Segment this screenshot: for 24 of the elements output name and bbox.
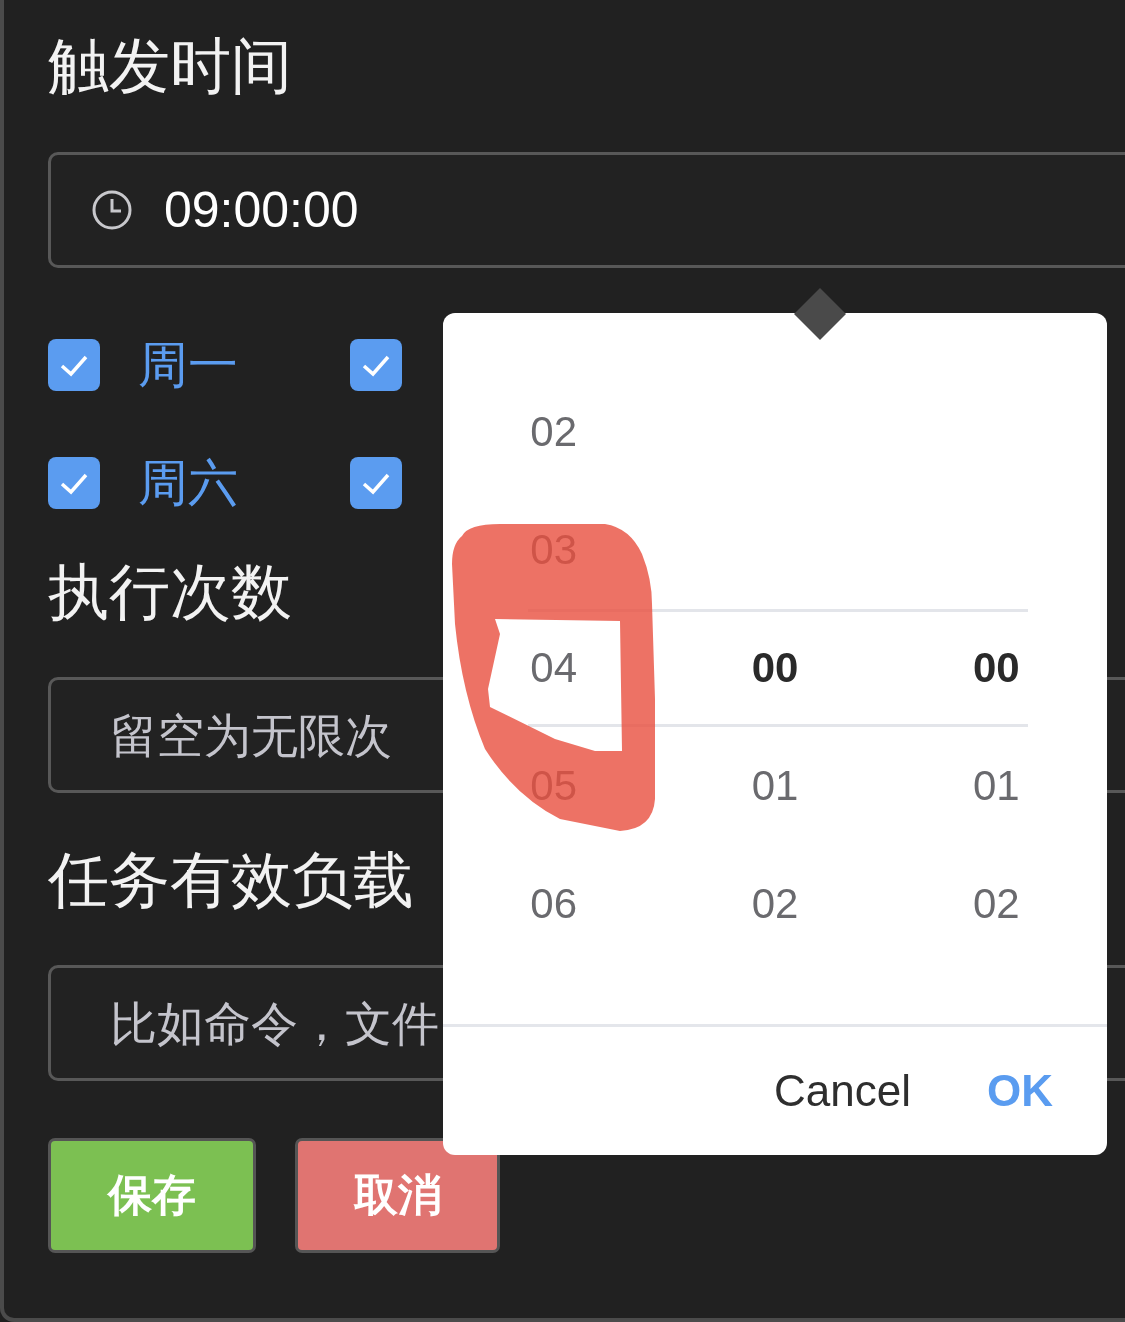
picker-ok-button[interactable]: OK bbox=[987, 1066, 1053, 1116]
picker-option[interactable]: 01 bbox=[972, 762, 1020, 810]
section-title: 执行次数 bbox=[48, 557, 292, 627]
section-title: 任务有效负载 bbox=[48, 845, 414, 915]
checkbox[interactable] bbox=[350, 457, 402, 509]
picker-cancel-button[interactable]: Cancel bbox=[774, 1066, 911, 1116]
weekday-label[interactable]: 周六 bbox=[138, 455, 238, 511]
checkbox[interactable] bbox=[350, 339, 402, 391]
clock-icon bbox=[92, 190, 132, 230]
time-field[interactable]: 09:00:00 bbox=[48, 152, 1125, 268]
picker-option[interactable]: 02 bbox=[530, 408, 577, 456]
picker-option[interactable]: 02 bbox=[972, 880, 1020, 928]
picker-option[interactable]: 02 bbox=[751, 880, 799, 928]
picker-option[interactable]: 06 bbox=[530, 880, 577, 928]
picker-option[interactable]: 04 bbox=[530, 644, 577, 692]
weekday-label[interactable]: 周一 bbox=[138, 337, 238, 393]
popover-pointer-icon bbox=[794, 288, 846, 340]
picker-option[interactable]: 00 bbox=[972, 644, 1020, 692]
checkbox[interactable] bbox=[48, 457, 100, 509]
picker-option[interactable]: 00 bbox=[751, 644, 799, 692]
checkbox[interactable] bbox=[48, 339, 100, 391]
section-title: 触发时间 bbox=[48, 31, 292, 101]
picker-option[interactable]: 01 bbox=[751, 762, 799, 810]
cancel-button[interactable]: 取消 bbox=[295, 1138, 500, 1253]
